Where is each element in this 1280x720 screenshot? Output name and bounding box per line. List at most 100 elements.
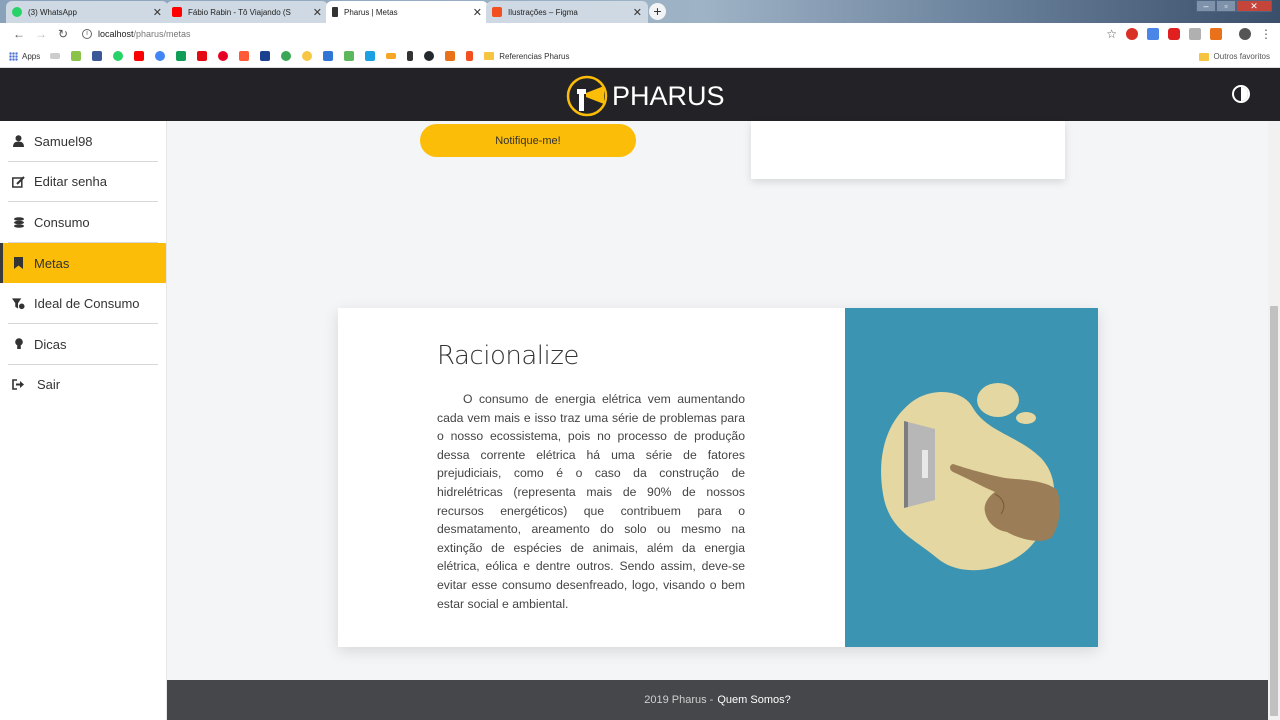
tab-title: Ilustrações – Figma xyxy=(508,7,578,17)
tab-title: Fábio Rabin - Tô Viajando (S xyxy=(188,7,291,17)
github-icon[interactable] xyxy=(424,51,435,61)
site-info-icon[interactable]: i xyxy=(82,29,92,39)
sidebar: Samuel98 Editar senha Consumo Metas Idea… xyxy=(0,121,167,720)
goal-card xyxy=(751,121,1065,179)
bookmark-icon[interactable] xyxy=(445,51,456,61)
menu-kebab-icon[interactable]: ⋮ xyxy=(1260,27,1272,41)
facebook-icon[interactable] xyxy=(92,51,103,61)
close-tab-icon[interactable]: ✕ xyxy=(153,6,162,19)
app-header: PHARUS xyxy=(0,68,1280,121)
sidebar-item-tips[interactable]: Dicas xyxy=(0,324,166,365)
bookmark-icon[interactable] xyxy=(50,53,61,59)
browser-tab-active[interactable]: Pharus | Metas ✕ xyxy=(326,1,488,23)
pdf-extension-icon[interactable] xyxy=(1189,28,1201,40)
bookmark-apps[interactable]: Apps xyxy=(9,51,40,61)
close-tab-icon[interactable]: ✕ xyxy=(473,6,482,19)
rationalize-card: Racionalize O consumo de energia elétric… xyxy=(338,308,1098,647)
sidebar-item-label: Sair xyxy=(37,377,61,393)
sidebar-item-ideal-consumption[interactable]: Ideal de Consumo xyxy=(0,283,166,324)
browser-tab[interactable]: Ilustrações – Figma ✕ xyxy=(486,1,648,23)
bookmarks-bar: Apps Referencias Pharus Outros favoritos xyxy=(0,45,1280,68)
sidebar-item-profile[interactable]: Samuel98 xyxy=(0,121,166,162)
pharus-logo[interactable]: PHARUS xyxy=(566,75,725,117)
hand-switch-icon xyxy=(881,383,1060,571)
bookmark-icon xyxy=(12,257,25,270)
bookmark-icon[interactable] xyxy=(323,51,334,61)
lighthouse-logo-icon xyxy=(566,75,608,117)
whatsapp-bookmark-icon[interactable] xyxy=(113,51,124,61)
forward-icon[interactable]: → xyxy=(30,27,52,41)
about-us-link[interactable]: Quem Somos? xyxy=(717,694,790,706)
adblock-icon[interactable] xyxy=(1126,28,1138,40)
theme-toggle-icon[interactable] xyxy=(1232,85,1250,103)
close-tab-icon[interactable]: ✕ xyxy=(313,6,322,19)
url-field[interactable]: i localhost/pharus/metas xyxy=(82,29,191,39)
card-title: Racionalize xyxy=(437,341,579,371)
whatsapp-icon xyxy=(12,7,22,17)
url-path: /pharus/metas xyxy=(133,29,191,39)
bookmark-icon[interactable] xyxy=(260,51,271,61)
bookmark-icon[interactable] xyxy=(281,51,292,61)
filter-icon xyxy=(12,297,25,310)
youtube-icon xyxy=(172,7,182,17)
close-window-icon[interactable]: ✕ xyxy=(1236,0,1272,12)
scrollbar-thumb[interactable] xyxy=(1270,306,1278,716)
sidebar-item-edit-password[interactable]: Editar senha xyxy=(0,162,166,203)
bookmark-icon[interactable] xyxy=(302,51,313,61)
other-bookmarks-label: Outros favoritos xyxy=(1213,52,1270,61)
browser-tab[interactable]: Fábio Rabin - Tô Viajando (S ✕ xyxy=(166,1,328,23)
bookmark-icon[interactable] xyxy=(71,51,82,61)
edit-icon xyxy=(12,175,25,188)
pharus-favicon-icon xyxy=(332,7,338,17)
figma-bookmark-icon[interactable] xyxy=(466,51,474,61)
browser-tab-strip: (3) WhatsApp ✕ Fábio Rabin - Tô Viajando… xyxy=(0,0,1280,23)
new-tab-button[interactable]: + xyxy=(649,3,666,20)
sidebar-item-consumption[interactable]: Consumo xyxy=(0,202,166,243)
bookmark-folder[interactable]: Referencias Pharus xyxy=(484,51,570,61)
other-bookmarks[interactable]: Outros favoritos xyxy=(1198,52,1270,61)
bookmark-folder-label: Referencias Pharus xyxy=(499,51,570,61)
sign-out-icon xyxy=(12,378,25,391)
sidebar-item-label: Consumo xyxy=(34,214,90,230)
pinterest-icon[interactable] xyxy=(218,51,229,61)
lightbulb-icon xyxy=(12,338,25,351)
figma-icon xyxy=(492,7,502,17)
minimize-icon[interactable]: – xyxy=(1196,0,1216,12)
bookmark-icon[interactable] xyxy=(386,53,397,59)
sidebar-item-label: Editar senha xyxy=(34,174,107,190)
sidebar-item-label: Samuel98 xyxy=(34,133,93,149)
bookmark-star-icon[interactable]: ☆ xyxy=(1106,27,1117,41)
profile-avatar[interactable] xyxy=(1239,28,1251,40)
bookmark-icon[interactable] xyxy=(407,51,414,61)
sidebar-item-label: Dicas xyxy=(34,336,67,352)
sidebar-item-logout[interactable]: Sair xyxy=(0,365,166,406)
page-scrollbar[interactable] xyxy=(1268,121,1280,720)
bookmark-icon[interactable] xyxy=(239,51,250,61)
back-icon[interactable]: ← xyxy=(8,27,30,41)
youtube-bookmark-icon[interactable] xyxy=(134,51,145,61)
sidebar-item-goals[interactable]: Metas xyxy=(0,242,166,284)
page-footer: 2019 Pharus - Quem Somos? xyxy=(167,680,1268,720)
drive-icon[interactable] xyxy=(176,51,187,61)
sidebar-item-label: Metas xyxy=(34,255,70,271)
folder-icon xyxy=(484,52,495,60)
bookmark-icon[interactable] xyxy=(344,51,355,61)
bookmark-icon[interactable] xyxy=(365,51,376,61)
google-icon[interactable] xyxy=(155,51,166,61)
netflix-icon[interactable] xyxy=(197,51,208,61)
sidebar-item-label: Ideal de Consumo xyxy=(34,296,140,312)
office-extension-icon[interactable] xyxy=(1210,28,1222,40)
url-host: localhost xyxy=(98,29,134,39)
translate-icon[interactable] xyxy=(1147,28,1159,40)
light-switch-illustration xyxy=(845,308,1098,647)
youtube-extension-icon[interactable] xyxy=(1168,28,1180,40)
reload-icon[interactable]: ↻ xyxy=(52,27,74,41)
close-tab-icon[interactable]: ✕ xyxy=(633,6,642,19)
maximize-icon[interactable]: ▫ xyxy=(1216,0,1236,12)
logo-text: PHARUS xyxy=(612,80,725,111)
notify-me-button[interactable]: Notifique-me! xyxy=(420,124,636,157)
coins-icon xyxy=(12,216,25,229)
user-icon xyxy=(12,135,25,148)
browser-tab[interactable]: (3) WhatsApp ✕ xyxy=(6,1,168,23)
address-bar: ← → ↻ i localhost/pharus/metas ☆ ⋮ xyxy=(0,23,1280,45)
